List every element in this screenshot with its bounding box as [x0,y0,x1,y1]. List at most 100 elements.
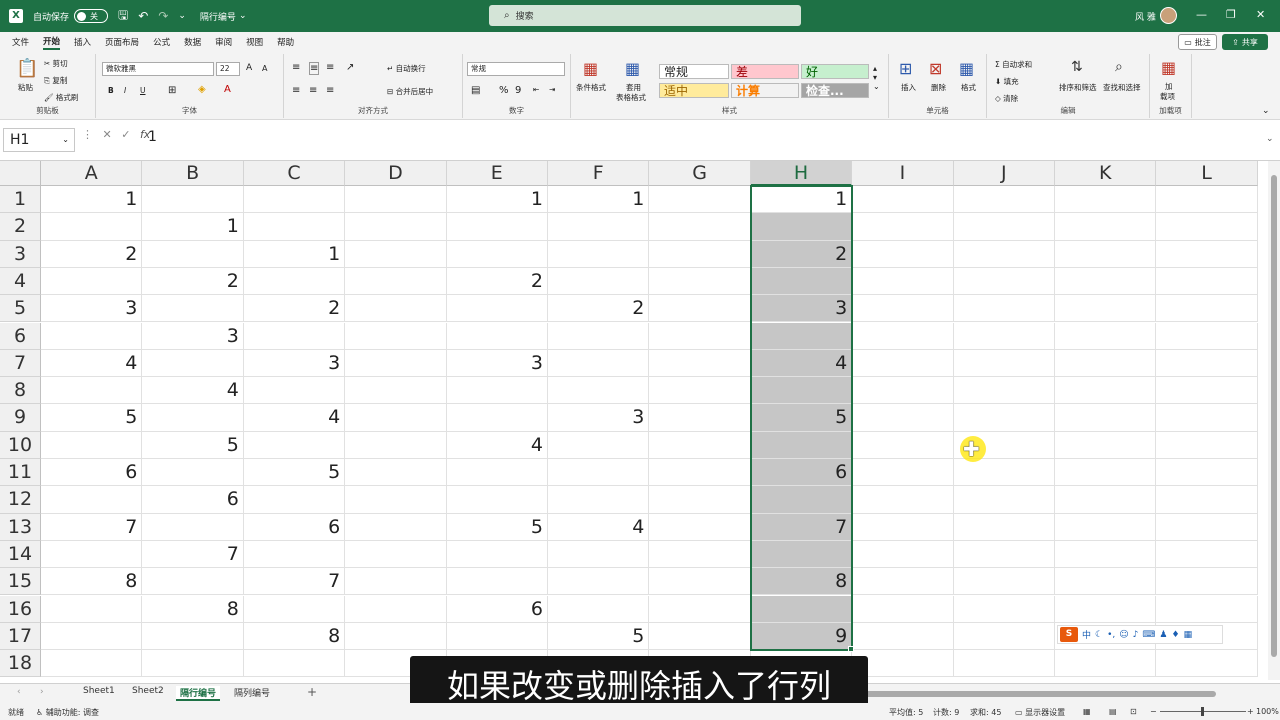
cell-e11[interactable] [446,459,548,487]
cell-b8[interactable]: 4 [142,377,244,405]
ime-toolbar[interactable]: S 中 ☾ •, ☺ ♪ ⌨ ♟ ♦ ▦ [1057,625,1223,644]
font-name-select[interactable]: 微软雅黑 [102,62,214,76]
cell-h10[interactable] [750,431,853,459]
cell-j5[interactable] [953,295,1055,323]
cell-a10[interactable] [41,431,143,459]
shrink-font-button[interactable]: A [262,64,267,73]
cell-h16[interactable] [750,595,853,623]
cell-d2[interactable] [345,213,447,241]
cell-b4[interactable]: 2 [142,267,244,296]
column-header-i[interactable]: I [852,161,954,186]
cell-l3[interactable] [1156,240,1258,268]
cut-button[interactable]: ✂ 剪切 [44,58,68,69]
row-header[interactable]: 18 [0,650,41,678]
fill-handle[interactable] [848,646,855,653]
avatar[interactable] [1160,7,1177,24]
cell-j18[interactable] [953,650,1055,678]
cell-g16[interactable] [649,595,751,623]
cell-a12[interactable] [41,486,143,514]
user-name[interactable]: 风 雅 [1135,10,1156,23]
grid-icon[interactable]: ▦ [1184,630,1193,640]
share-button[interactable]: ⇪ 共享 [1222,34,1268,50]
cell-e4[interactable]: 2 [446,267,548,296]
zoom-out-icon[interactable]: − [1150,707,1157,716]
cell-h2[interactable] [750,213,853,241]
cell-i1[interactable] [852,186,954,214]
percent-button[interactable]: % [499,85,509,96]
bold-button[interactable]: B [108,86,114,95]
cell-f5[interactable]: 2 [548,295,650,323]
emoji-icon[interactable]: ☺ [1119,630,1128,640]
cell-c8[interactable] [243,377,346,405]
format-cells-icon[interactable]: ▦ [959,59,974,78]
align-right-icon[interactable]: ≡ [326,85,334,96]
cell-k5[interactable] [1055,295,1157,323]
cell-c2[interactable] [243,213,346,241]
format-painter-button[interactable]: 🖌 格式刷 [44,92,78,103]
sheet-tab-active[interactable]: 隔行编号 [176,686,221,701]
cell-a15[interactable]: 8 [41,568,143,596]
cell-i16[interactable] [852,595,954,623]
cell-l9[interactable] [1156,404,1258,432]
cell-i5[interactable] [852,295,954,323]
cell-l16[interactable] [1156,595,1258,623]
cell-d6[interactable] [345,322,447,350]
cell-c7[interactable]: 3 [243,349,346,378]
cell-f17[interactable]: 5 [548,622,650,651]
cell-k2[interactable] [1055,213,1157,241]
cell-h12[interactable] [750,486,853,514]
row-header[interactable]: 5 [0,295,41,323]
column-header-e[interactable]: E [446,161,548,186]
cell-j8[interactable] [953,377,1055,405]
cell-k4[interactable] [1055,267,1157,296]
cell-f3[interactable] [548,240,650,268]
cell-l12[interactable] [1156,486,1258,514]
comma-button[interactable]: 9 [515,85,521,96]
addins-icon[interactable]: ▦ [1161,58,1176,77]
cell-e7[interactable]: 3 [446,349,548,378]
insert-cells-button[interactable]: 插入 [901,82,916,93]
cell-i7[interactable] [852,349,954,378]
cell-g6[interactable] [649,322,751,350]
sheet-tab-column-numbering[interactable]: 隔列编号 [234,686,270,699]
sheet-tab-sheet1[interactable]: Sheet1 [83,686,115,696]
autosave-toggle[interactable]: 关 [74,9,109,23]
cell-f6[interactable] [548,322,650,350]
cell-e17[interactable] [446,622,548,651]
cell-i10[interactable] [852,431,954,459]
cell-j15[interactable] [953,568,1055,596]
cell-c11[interactable]: 5 [243,459,346,487]
tab-formulas[interactable]: 公式 [153,36,170,48]
cell-f8[interactable] [548,377,650,405]
cell-b10[interactable]: 5 [142,431,244,459]
cell-b18[interactable] [142,650,244,678]
cell-a11[interactable]: 6 [41,459,143,487]
cell-k18[interactable] [1055,650,1157,678]
cell-g13[interactable] [649,513,751,541]
style-good[interactable]: 好 [801,64,869,79]
cell-c14[interactable] [243,540,346,569]
cell-f16[interactable] [548,595,650,623]
autosum-button[interactable]: Σ 自动求和 [995,59,1032,70]
cell-l14[interactable] [1156,540,1258,569]
row-header[interactable]: 2 [0,213,41,241]
cell-d3[interactable] [345,240,447,268]
cell-b15[interactable] [142,568,244,596]
cell-g11[interactable] [649,459,751,487]
cell-e3[interactable] [446,240,548,268]
decrease-decimal-icon[interactable]: ⇥ [549,85,555,94]
cell-b13[interactable] [142,513,244,541]
page-break-view-icon[interactable]: ⊡ [1130,707,1137,716]
cell-e14[interactable] [446,540,548,569]
italic-button[interactable]: I [124,86,126,95]
align-middle-icon[interactable]: ≡ [309,62,320,75]
cell-c18[interactable] [243,650,346,678]
row-header[interactable]: 9 [0,404,41,432]
cell-l15[interactable] [1156,568,1258,596]
close-icon[interactable]: ✕ [1256,8,1265,21]
cell-l4[interactable] [1156,267,1258,296]
conditional-format-button[interactable]: 条件格式 [576,82,606,93]
display-settings-button[interactable]: ▭ 显示器设置 [1015,707,1065,718]
row-header[interactable]: 12 [0,486,41,514]
cell-j4[interactable] [953,267,1055,296]
